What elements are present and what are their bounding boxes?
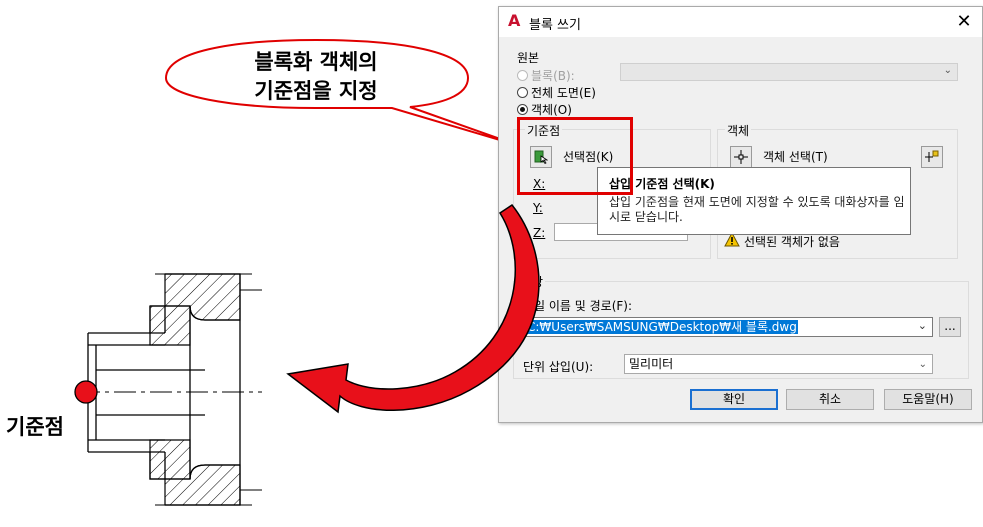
curved-arrow-shape xyxy=(286,203,540,414)
curved-arrow xyxy=(286,203,540,414)
